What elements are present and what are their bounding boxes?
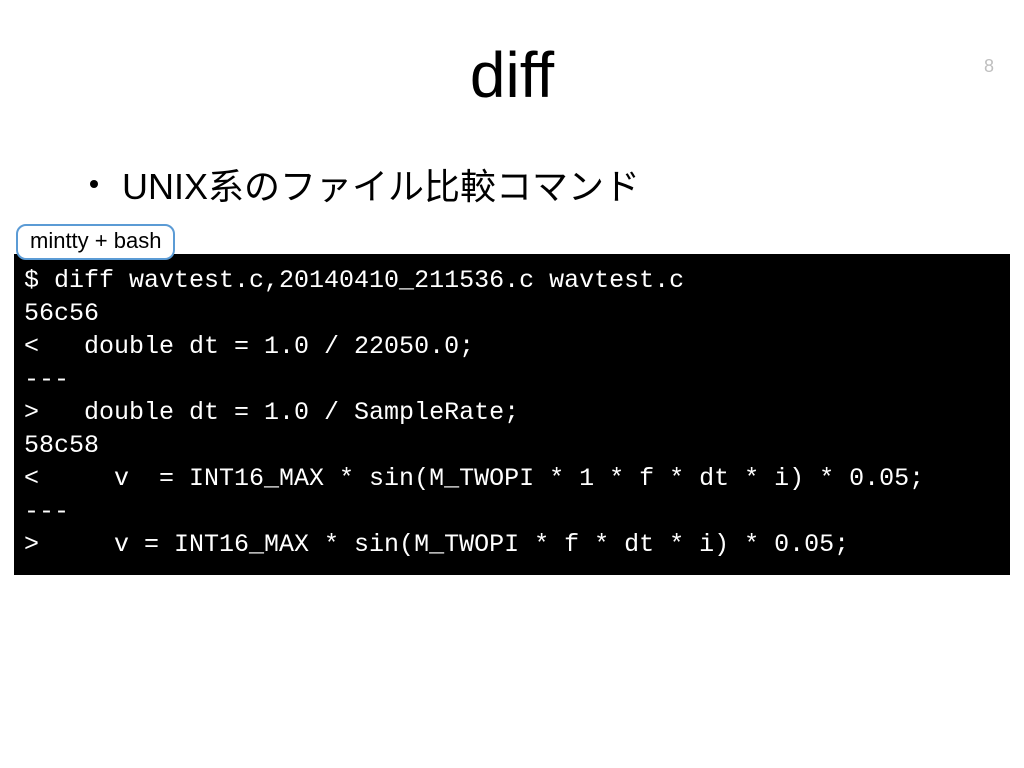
terminal-tab: mintty + bash: [16, 224, 175, 260]
bullet-dot-icon: [90, 180, 98, 188]
terminal-output: $ diff wavtest.c,20140410_211536.c wavte…: [14, 254, 1010, 575]
bullet-text: UNIX系のファイル比較コマンド: [122, 158, 640, 210]
slide-title: diff: [0, 38, 1024, 112]
page-number: 8: [984, 56, 994, 77]
bullet-item: UNIX系のファイル比較コマンド: [90, 158, 1024, 210]
